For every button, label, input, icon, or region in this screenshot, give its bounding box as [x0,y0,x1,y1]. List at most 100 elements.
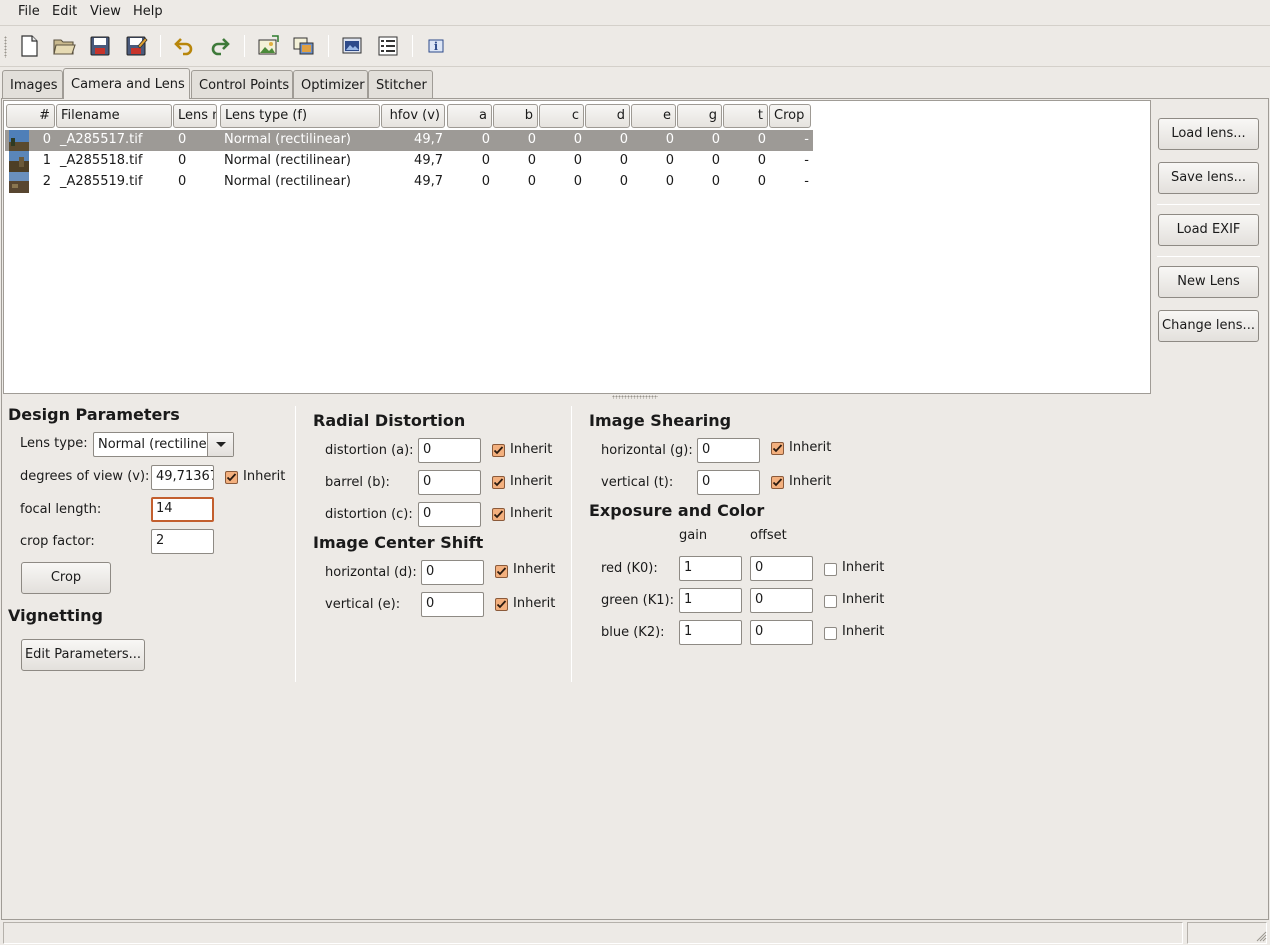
image-thumbnail [9,172,29,193]
blue-gain-field[interactable]: 1 [679,620,742,645]
column-header-e[interactable]: e [631,104,676,128]
undo-icon[interactable] [172,34,196,58]
tab-optimizer[interactable]: Optimizer [293,70,368,98]
column-header-label: g [708,108,717,123]
lens-type-value: Normal (rectilinear) [98,437,206,452]
cell-lens-type: Normal (rectilinear) [224,132,351,147]
c-inherit-checkbox[interactable] [492,508,505,521]
distortion-a-field[interactable]: 0 [418,438,481,463]
e-inherit-checkbox[interactable] [495,598,508,611]
red-inherit-checkbox[interactable] [824,563,837,576]
add-series-icon[interactable] [292,34,316,58]
menu-help[interactable]: Help [133,4,163,19]
crop-button[interactable]: Crop [21,562,111,594]
info-icon[interactable]: i [424,34,448,58]
d-inherit-checkbox[interactable] [495,565,508,578]
column-header-lens-type[interactable]: Lens type (f) [220,104,380,128]
distortion-c-field[interactable]: 0 [418,502,481,527]
column-header-b[interactable]: b [493,104,538,128]
splitter-handle[interactable] [612,395,658,399]
column-header-number[interactable]: # [6,104,55,128]
column-header-crop[interactable]: Crop [769,104,811,128]
cell-filename: _A285518.tif [60,153,143,168]
cell-g: 0 [711,153,720,168]
vertical-t-field[interactable]: 0 [697,470,760,495]
degrees-of-view-field[interactable]: 49,71367 [151,465,214,490]
barrel-b-field[interactable]: 0 [418,470,481,495]
preview-icon[interactable] [340,34,364,58]
tab-images[interactable]: Images [2,70,63,98]
save-lens-button[interactable]: Save lens... [1158,162,1259,194]
menu-view[interactable]: View [90,4,121,19]
load-exif-button[interactable]: Load EXIF [1158,214,1259,246]
cell-b: 0 [527,174,536,189]
horizontal-g-field[interactable]: 0 [697,438,760,463]
lens-type-dropdown[interactable]: Normal (rectilinear) [93,432,234,457]
redo-icon[interactable] [208,34,232,58]
horizontal-g-label: horizontal (g): [601,443,693,458]
cell-d: 0 [619,174,628,189]
t-inherit-checkbox[interactable] [771,476,784,489]
focal-length-field[interactable]: 14 [151,497,214,522]
change-lens-button[interactable]: Change lens... [1158,310,1259,342]
button-divider [1157,204,1260,205]
svg-text:i: i [434,40,438,53]
column-header-g[interactable]: g [677,104,722,128]
column-header-filename[interactable]: Filename [56,104,172,128]
cell-number: 1 [42,153,51,168]
save-icon[interactable] [88,34,112,58]
open-folder-icon[interactable] [52,34,76,58]
dov-inherit-checkbox[interactable] [225,471,238,484]
new-file-icon[interactable] [17,34,41,58]
column-header-lens-number[interactable]: Lens n [173,104,217,128]
tab-stitcher[interactable]: Stitcher [368,70,433,98]
green-gain-field[interactable]: 1 [679,588,742,613]
chevron-down-icon[interactable] [207,433,233,456]
tab-optimizer-label: Optimizer [301,78,365,93]
green-offset-field[interactable]: 0 [750,588,813,613]
cell-hfov: 49,7 [414,153,443,168]
column-header-hfov[interactable]: hfov (v) [381,104,445,128]
column-header-c[interactable]: c [539,104,584,128]
menu-file[interactable]: File [18,4,40,19]
tab-camera-and-lens[interactable]: Camera and Lens [63,68,190,99]
cell-t: 0 [757,132,766,147]
red-offset-field[interactable]: 0 [750,556,813,581]
cell-c: 0 [573,132,582,147]
cell-a: 0 [481,153,490,168]
status-message-area [3,922,1183,944]
degrees-of-view-label: degrees of view (v): [20,469,150,484]
tab-images-label: Images [10,78,58,93]
column-header-d[interactable]: d [585,104,630,128]
blue-offset-field[interactable]: 0 [750,620,813,645]
b-inherit-checkbox[interactable] [492,476,505,489]
vertical-e-field[interactable]: 0 [421,592,484,617]
radial-distortion-heading: Radial Distortion [313,411,466,430]
edit-parameters-button[interactable]: Edit Parameters... [21,639,145,671]
a-inherit-checkbox[interactable] [492,444,505,457]
toolbar-grip[interactable] [4,36,7,58]
menu-edit[interactable]: Edit [52,4,77,19]
table-row[interactable]: 1 _A285518.tif 0 Normal (rectilinear) 49… [5,151,813,172]
new-lens-button[interactable]: New Lens [1158,266,1259,298]
distortion-a-label: distortion (a): [325,443,414,458]
table-row[interactable]: 0 _A285517.tif 0 Normal (rectilinear) 49… [5,130,813,151]
load-lens-button[interactable]: Load lens... [1158,118,1259,150]
column-header-a[interactable]: a [447,104,492,128]
optimize-list-icon[interactable] [376,34,400,58]
crop-factor-field[interactable]: 2 [151,529,214,554]
barrel-b-label: barrel (b): [325,475,390,490]
green-inherit-checkbox[interactable] [824,595,837,608]
blue-inherit-checkbox[interactable] [824,627,837,640]
lens-list[interactable]: # Filename Lens n Lens type (f) hfov (v)… [3,100,1151,394]
add-image-icon[interactable] [256,34,280,58]
red-gain-field[interactable]: 1 [679,556,742,581]
tab-control-points[interactable]: Control Points [191,70,293,98]
resize-grip-icon[interactable] [1255,930,1267,942]
cell-c: 0 [573,153,582,168]
horizontal-d-field[interactable]: 0 [421,560,484,585]
g-inherit-checkbox[interactable] [771,442,784,455]
column-header-t[interactable]: t [723,104,768,128]
table-row[interactable]: 2 _A285519.tif 0 Normal (rectilinear) 49… [5,172,813,193]
save-as-icon[interactable] [124,34,148,58]
